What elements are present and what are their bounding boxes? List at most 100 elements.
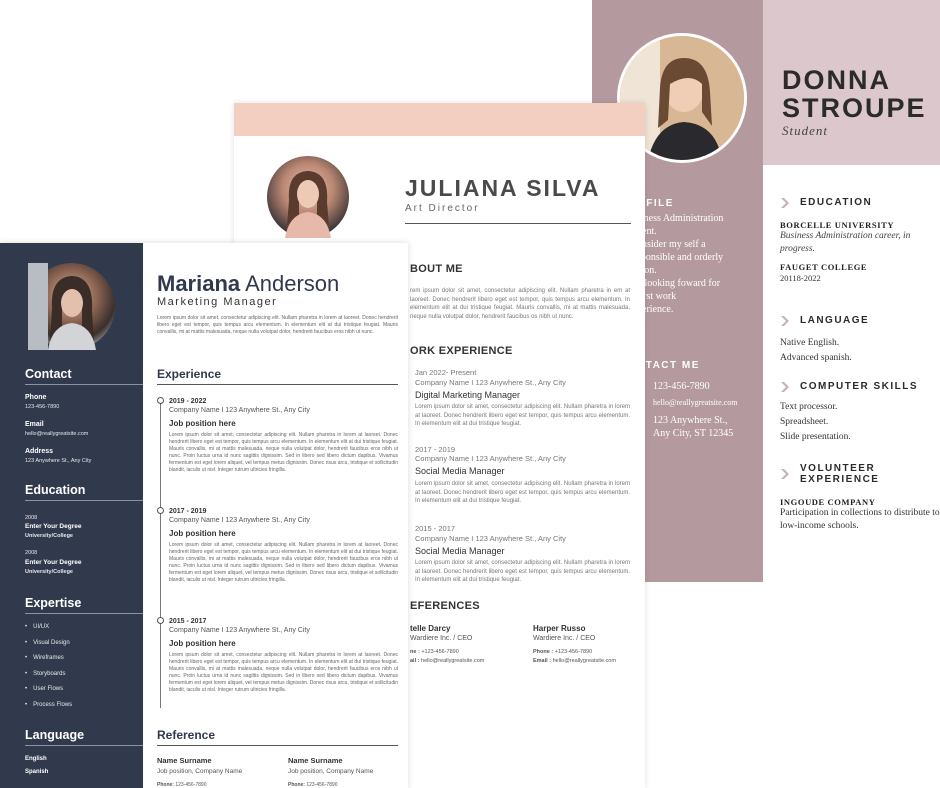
resume-a-language-item: English — [25, 756, 47, 762]
resume-a-expertise-item: Wireframes — [25, 655, 64, 661]
resume-c-school-2-years: 20118-2022 — [780, 273, 821, 283]
resume-b-ref-name: telle Darcy — [410, 624, 451, 633]
resume-c-language-section: LANGUAGE Native English. Advanced spanis… — [780, 315, 940, 365]
chevron-right-icon — [780, 469, 790, 479]
resume-b-job-title: Social Media Manager — [415, 466, 505, 476]
resume-a-job-text: Lorem ipsum dolor sit amet, consectetur … — [169, 542, 398, 583]
resume-a-job-text: Lorem ipsum dolor sit amet, consectetur … — [169, 432, 398, 473]
resume-b-ref-phone: Phone : +123-456-7890 — [533, 649, 593, 655]
resume-a-ref-name: Name Surname — [288, 756, 343, 765]
resume-b-ref-name: Harper Russo — [533, 624, 586, 633]
resume-a-edu-degree: Enter Your Degree — [25, 523, 82, 530]
resume-b-about-heading: BOUT ME — [410, 263, 463, 275]
resume-c-school-1-detail: Business Administration career, in progr… — [780, 231, 911, 254]
resume-a-edu-year: 2008 — [25, 550, 38, 556]
resume-a-job-position: Job position here — [169, 639, 236, 648]
timeline-dot-icon — [157, 397, 164, 404]
resume-a-ref-position: Job position, Company Name — [157, 768, 243, 775]
resume-b-about-text: rem ipsum dolor sit amet, consectetur ad… — [410, 288, 630, 320]
resume-a-edu-year: 2008 — [25, 515, 38, 521]
resume-b-ref-email: ail : hello@reallygreatsite.com — [410, 658, 485, 664]
resume-a-edu-school: University/College — [25, 569, 73, 575]
resume-a-name: Mariana Anderson — [157, 271, 340, 296]
resume-b-job-company: Company Name I 123 Anywhere St., Any Cit… — [415, 378, 566, 387]
resume-a-job-text: Lorem ipsum dolor sit amet, consectetur … — [169, 652, 398, 693]
resume-b-job-company: Company Name I 123 Anywhere St., Any Cit… — [415, 454, 566, 463]
resume-b-job-date: 2015 - 2017 — [415, 524, 456, 533]
resume-c-language-item: Native English. — [780, 338, 840, 348]
resume-c-education-section: EDUCATION BORCELLE UNIVERSITY Business A… — [780, 197, 940, 285]
resume-b-job-date: Jan 2022- Present — [415, 368, 477, 377]
resume-a-email-label: Email — [25, 421, 44, 428]
resume-b-divider — [405, 223, 631, 224]
resume-a-divider — [157, 384, 398, 385]
resume-b-job-title: Social Media Manager — [415, 546, 505, 556]
resume-a-job-years: 2019 - 2022 — [169, 398, 207, 405]
resume-c-contact-phone: 123-456-7890 — [653, 381, 710, 392]
resume-b-ref-org: Wardiere Inc. / CEO — [410, 635, 473, 642]
resume-a-expertise-item: Process Flows — [25, 702, 72, 708]
resume-a-phone-label: Phone — [25, 394, 47, 401]
resume-b-job-title: Digital Marketing Manager — [415, 390, 521, 400]
resume-a-divider — [157, 745, 398, 746]
timeline-dot-icon — [157, 507, 164, 514]
resume-b-ref-email: Email : hello@reallygreatsite.com — [533, 658, 616, 664]
resume-a-education-heading: Education — [25, 483, 86, 497]
chevron-right-icon — [780, 315, 790, 326]
resume-mariana-anderson: Contact Phone 123-456-7890 Email hello@r… — [0, 243, 408, 788]
resume-c-profile-text: siness Administration dent. onsider my s… — [637, 213, 724, 315]
resume-b-name: JULIANA SILVA — [405, 175, 601, 201]
resume-a-intro: Lorem ipsum dolor sit amet, consectetur … — [157, 315, 398, 335]
resume-a-language-item: Spanish — [25, 769, 49, 775]
resume-c-school-1: BORCELLE UNIVERSITY — [780, 220, 895, 230]
resume-c-role: Student — [782, 123, 828, 138]
resume-a-expertise-item: UI/UX — [25, 624, 49, 630]
resume-c-volunteer-detail: Participation in collections to distribu… — [780, 508, 940, 531]
chevron-right-icon — [780, 197, 790, 208]
resume-b-header-band — [234, 103, 645, 136]
resume-a-ref-phone: Phone: 123-456-7890 — [288, 782, 338, 788]
resume-b-portrait-photo — [267, 156, 349, 238]
resume-a-job-company: Company Name I 123 Anywhere St., Any Cit… — [169, 517, 310, 524]
resume-a-expertise-heading: Expertise — [25, 596, 82, 610]
timeline-dot-icon — [157, 617, 164, 624]
resume-a-divider — [25, 500, 143, 501]
resume-a-divider — [25, 613, 143, 614]
resume-a-timeline — [160, 400, 161, 708]
resume-a-expertise-item: User Flows — [25, 686, 63, 692]
resume-a-reference-heading: Reference — [157, 728, 216, 742]
resume-b-job-text: Lorem ipsum dolor sit amet, consectetur … — [415, 560, 630, 583]
resume-b-ref-org: Wardiere Inc. / CEO — [533, 635, 596, 642]
resume-b-job-text: Lorem ipsum dolor sit amet, consectetur … — [415, 404, 630, 427]
resume-a-expertise-item: Visual Design — [25, 640, 70, 646]
resume-a-divider — [25, 384, 143, 385]
resume-a-edu-school: University/College — [25, 533, 73, 539]
resume-c-language-item: Advanced spanish. — [780, 353, 852, 363]
resume-b-role: Art Director — [405, 203, 480, 214]
resume-a-job-years: 2015 - 2017 — [169, 618, 207, 625]
resume-c-volunteer-section: VOLUNTEER EXPERIENCE INGOUDE COMPANY Par… — [780, 463, 940, 531]
resume-a-ref-phone: Phone: 123-456-7890 — [157, 782, 207, 788]
resume-a-phone: 123-456-7890 — [25, 404, 60, 410]
resume-a-job-position: Job position here — [169, 529, 236, 538]
resume-c-skill-item: Text processor. — [780, 402, 838, 412]
resume-c-volunteer-org: INGOUDE COMPANY — [780, 497, 876, 507]
resume-a-address-label: Address — [25, 448, 54, 455]
chevron-right-icon — [780, 381, 790, 392]
resume-a-language-heading: Language — [25, 728, 85, 742]
resume-a-divider — [25, 745, 143, 746]
resume-c-name: DONNA STROUPE — [782, 65, 927, 123]
resume-a-email: hello@reallygreatsite.com — [25, 431, 89, 437]
resume-c-school-2: FAUGET COLLEGE — [780, 262, 868, 272]
resume-a-job-company: Company Name I 123 Anywhere St., Any Cit… — [169, 627, 310, 634]
resume-a-job-company: Company Name I 123 Anywhere St., Any Cit… — [169, 407, 310, 414]
resume-a-ref-name: Name Surname — [157, 756, 212, 765]
resume-b-job-company: Company Name I 123 Anywhere St., Any Cit… — [415, 534, 566, 543]
resume-a-expertise-item: Storyboards — [25, 671, 65, 677]
resume-c-contact-address: 123 Anywhere St., Any City, ST 12345 — [653, 415, 734, 439]
resume-a-ref-position: Job position, Company Name — [288, 768, 374, 775]
resume-c-contact-heading: NTACT ME — [637, 360, 700, 371]
resume-a-experience-heading: Experience — [157, 367, 222, 381]
resume-c-skills-section: COMPUTER SKILLS Text processor. Spreadsh… — [780, 381, 940, 444]
resume-b-experience-heading: ORK EXPERIENCE — [410, 345, 513, 357]
